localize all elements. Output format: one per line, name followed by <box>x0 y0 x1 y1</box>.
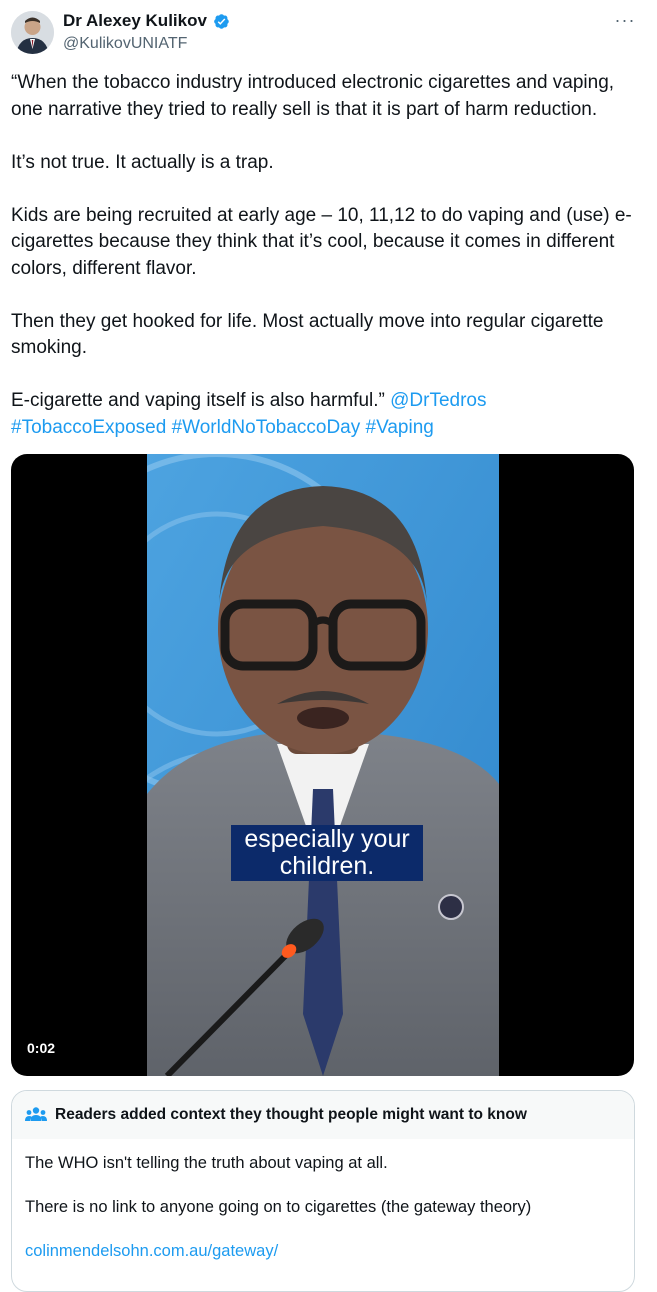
video-player[interactable]: especially your children. 0:02 <box>11 454 634 1076</box>
people-icon <box>25 1107 47 1121</box>
verified-badge-icon <box>214 13 229 29</box>
hashtag-link[interactable]: #WorldNoTobaccoDay <box>172 417 361 438</box>
community-note: Readers added context they thought peopl… <box>11 1090 635 1292</box>
video-caption-line: children. <box>279 852 375 880</box>
tweet-text: “When the tobacco industry introduced el… <box>11 70 643 441</box>
tweet-paragraph: It’s not true. It actually is a trap. <box>11 151 274 173</box>
more-options-icon[interactable]: ··· <box>612 11 638 32</box>
author-handle[interactable]: @KulikovUNIATF <box>63 34 187 54</box>
tweet-paragraph: Then they get hooked for life. Most actu… <box>11 310 604 359</box>
tweet-paragraph-last: E-cigarette and vaping itself is also ha… <box>11 388 643 441</box>
video-caption-line: especially your <box>244 825 410 853</box>
community-note-body: The WHO isn't telling the truth about va… <box>12 1139 634 1262</box>
video-frame <box>147 454 499 1076</box>
author-avatar[interactable] <box>11 11 54 54</box>
video-caption: especially your children. <box>231 825 423 881</box>
hashtag-link[interactable]: #TobaccoExposed <box>11 417 166 438</box>
community-note-line: The WHO isn't telling the truth about va… <box>25 1154 388 1172</box>
mention-link[interactable]: @DrTedros <box>390 390 486 411</box>
community-note-title: Readers added context they thought peopl… <box>55 1106 527 1123</box>
author-name[interactable]: Dr Alexey Kulikov <box>63 11 207 31</box>
tweet-paragraph: “When the tobacco industry introduced el… <box>11 72 615 120</box>
tweet-paragraph: Kids are being recruited at early age – … <box>11 204 632 279</box>
tweet-last-text: E-cigarette and vaping itself is also ha… <box>11 390 391 411</box>
community-note-header: Readers added context they thought peopl… <box>12 1091 634 1139</box>
community-note-line: There is no link to anyone going on to c… <box>25 1198 532 1216</box>
community-note-source-link[interactable]: colinmendelsohn.com.au/gateway/ <box>25 1240 621 1262</box>
hashtag-link[interactable]: #Vaping <box>366 417 434 438</box>
video-timestamp: 0:02 <box>21 1037 62 1059</box>
